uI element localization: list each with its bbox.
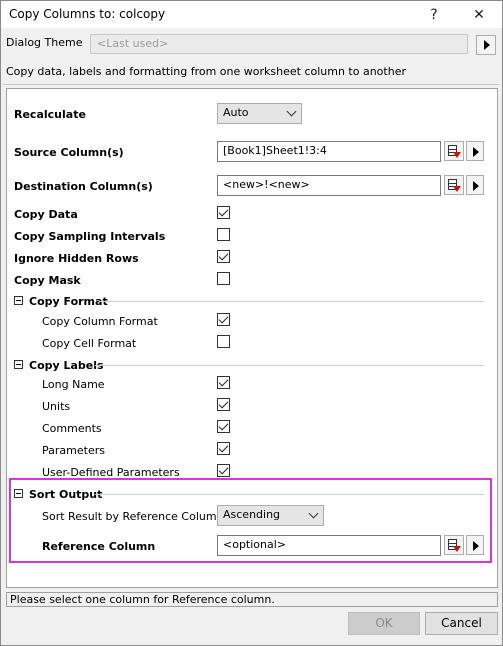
play-arrow-icon bbox=[473, 147, 479, 157]
sort-output-highlight bbox=[9, 478, 492, 563]
copy-mask-checkbox[interactable] bbox=[217, 272, 230, 285]
copy-sampling-label: Copy Sampling Intervals bbox=[14, 230, 166, 243]
comments-checkbox[interactable] bbox=[217, 420, 230, 433]
red-arrow-icon bbox=[453, 186, 461, 192]
ignore-hidden-rows-label: Ignore Hidden Rows bbox=[14, 252, 139, 265]
copy-format-group-label: Copy Format bbox=[29, 295, 108, 308]
ok-button[interactable]: OK bbox=[348, 612, 420, 635]
help-button[interactable]: ? bbox=[412, 2, 456, 28]
long-name-checkbox[interactable] bbox=[217, 376, 230, 389]
status-bar: Please select one column for Reference c… bbox=[6, 592, 498, 607]
units-label: Units bbox=[42, 400, 71, 413]
copy-mask-label: Copy Mask bbox=[14, 274, 81, 287]
source-column-label: Source Column(s) bbox=[14, 146, 124, 159]
divider bbox=[3, 84, 500, 85]
chevron-down-icon bbox=[286, 106, 297, 117]
recalculate-value: Auto bbox=[223, 106, 249, 119]
destination-column-input[interactable]: <new>!<new> bbox=[217, 175, 441, 196]
units-checkbox[interactable] bbox=[217, 398, 230, 411]
play-arrow-icon bbox=[473, 181, 479, 191]
parameters-label: Parameters bbox=[42, 444, 105, 457]
comments-label: Comments bbox=[42, 422, 102, 435]
dialog-theme-label: Dialog Theme bbox=[6, 36, 83, 49]
dialog-theme-field[interactable]: <Last used> bbox=[90, 34, 468, 54]
destination-menu-button[interactable] bbox=[466, 175, 484, 195]
source-column-input[interactable]: [Book1]Sheet1!3:4 bbox=[217, 141, 441, 162]
title-bar: Copy Columns to: colcopy ? ✕ bbox=[1, 1, 502, 28]
destination-select-button[interactable] bbox=[444, 175, 464, 195]
destination-column-label: Destination Column(s) bbox=[14, 180, 153, 193]
group-divider bbox=[99, 301, 484, 302]
copy-cell-format-label: Copy Cell Format bbox=[42, 337, 137, 350]
copy-column-format-label: Copy Column Format bbox=[42, 315, 158, 328]
close-button[interactable]: ✕ bbox=[457, 2, 501, 28]
red-arrow-icon bbox=[453, 152, 461, 158]
play-arrow-icon bbox=[484, 40, 490, 50]
user-defined-parameters-checkbox[interactable] bbox=[217, 464, 230, 477]
recalculate-select[interactable]: Auto bbox=[217, 103, 302, 124]
copy-cell-format-checkbox[interactable] bbox=[217, 335, 230, 348]
ignore-hidden-rows-checkbox[interactable] bbox=[217, 250, 230, 263]
theme-menu-button[interactable] bbox=[476, 35, 496, 55]
copy-sampling-checkbox[interactable] bbox=[217, 228, 230, 241]
group-divider bbox=[95, 365, 484, 366]
parameters-checkbox[interactable] bbox=[217, 442, 230, 455]
collapse-copy-format-icon[interactable] bbox=[14, 296, 23, 305]
recalculate-label: Recalculate bbox=[14, 108, 86, 121]
copy-labels-group-label: Copy Labels bbox=[29, 359, 104, 372]
dialog-description: Copy data, labels and formatting from on… bbox=[6, 65, 406, 78]
cancel-button[interactable]: Cancel bbox=[425, 612, 498, 635]
source-menu-button[interactable] bbox=[466, 141, 484, 161]
collapse-copy-labels-icon[interactable] bbox=[14, 360, 23, 369]
long-name-label: Long Name bbox=[42, 378, 105, 391]
copy-data-checkbox[interactable] bbox=[217, 206, 230, 219]
copy-column-format-checkbox[interactable] bbox=[217, 313, 230, 326]
copy-data-label: Copy Data bbox=[14, 208, 78, 221]
source-select-button[interactable] bbox=[444, 141, 464, 161]
window-title: Copy Columns to: colcopy bbox=[9, 7, 166, 21]
